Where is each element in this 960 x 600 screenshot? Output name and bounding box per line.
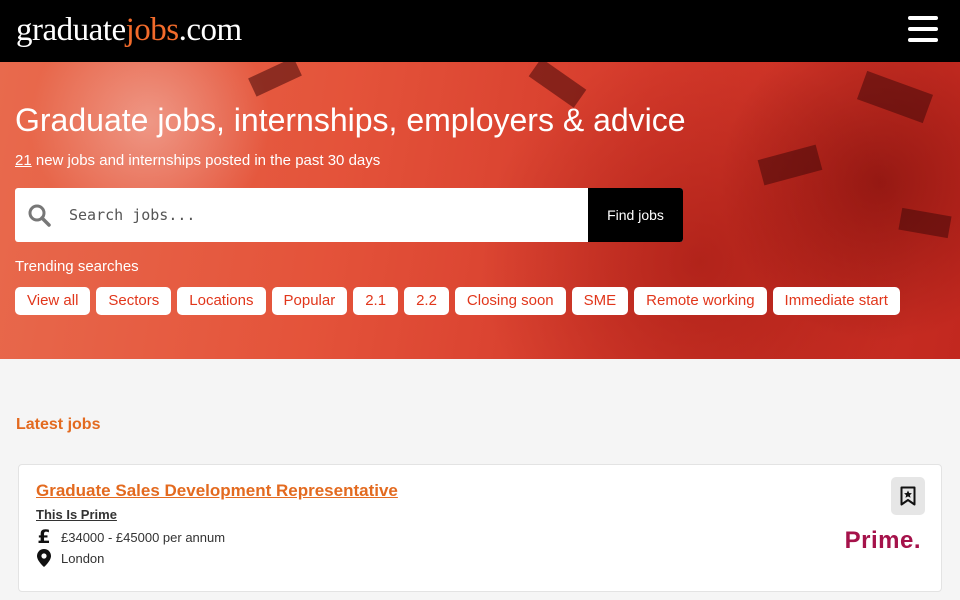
pound-icon: £ — [37, 526, 51, 548]
company-logo[interactable]: Prime. — [845, 527, 921, 555]
trending-chip-locations[interactable]: Locations — [177, 287, 266, 315]
trending-chip-immediate-start[interactable]: Immediate start — [772, 287, 900, 315]
hero-banner: Graduate jobs, internships, employers & … — [0, 62, 960, 359]
site-logo[interactable]: graduatejobs.com — [16, 10, 242, 50]
hero-subtitle: 21 new jobs and internships posted in th… — [15, 152, 380, 169]
graduation-cap-decoration — [248, 62, 302, 97]
hero-subtitle-text: new jobs and internships posted in the p… — [31, 152, 381, 169]
latest-jobs-heading: Latest jobs — [16, 416, 101, 433]
hamburger-menu-icon[interactable] — [908, 16, 938, 44]
top-navigation-bar: graduatejobs.com — [0, 0, 960, 62]
graduation-cap-decoration — [898, 207, 952, 239]
location-pin-icon — [36, 549, 52, 567]
job-salary: £ £34000 - £45000 per annum — [36, 526, 226, 548]
trending-chip-view-all[interactable]: View all — [15, 287, 91, 315]
trending-searches-list: View all Sectors Locations Popular 2.1 2… — [15, 287, 900, 315]
salary-text: £34000 - £45000 per annum — [61, 529, 226, 545]
job-title-link[interactable]: Graduate Sales Development Representativ… — [36, 481, 398, 501]
trending-chip-2-1[interactable]: 2.1 — [353, 287, 399, 315]
job-location: London — [36, 549, 105, 567]
graduation-cap-decoration — [528, 62, 587, 108]
trending-chip-popular[interactable]: Popular — [271, 287, 348, 315]
logo-text-graduate: graduate — [16, 12, 126, 48]
logo-text-jobs: jobs — [125, 12, 180, 48]
trending-chip-remote-working[interactable]: Remote working — [634, 287, 767, 315]
trending-chip-closing-soon[interactable]: Closing soon — [454, 287, 566, 315]
save-job-button[interactable] — [891, 477, 925, 515]
search-icon — [28, 204, 51, 227]
graduation-cap-decoration — [757, 144, 823, 186]
page-title: Graduate jobs, internships, employers & … — [15, 102, 686, 138]
trending-chip-sme[interactable]: SME — [571, 287, 629, 315]
location-text: London — [61, 550, 105, 566]
trending-chip-2-2[interactable]: 2.2 — [404, 287, 449, 315]
bookmark-star-icon — [900, 486, 916, 506]
company-name-link[interactable]: This Is Prime — [36, 507, 117, 522]
trending-chip-sectors[interactable]: Sectors — [96, 287, 172, 315]
new-jobs-count-link[interactable]: 21 — [15, 152, 32, 169]
graduation-cap-decoration — [856, 70, 934, 124]
find-jobs-button[interactable]: Find jobs — [588, 188, 683, 242]
search-input[interactable] — [69, 198, 579, 232]
logo-text-com: .com — [178, 12, 243, 48]
job-card: Graduate Sales Development Representativ… — [18, 464, 942, 592]
search-bar: Find jobs — [15, 188, 683, 242]
trending-searches-label: Trending searches — [15, 258, 139, 275]
